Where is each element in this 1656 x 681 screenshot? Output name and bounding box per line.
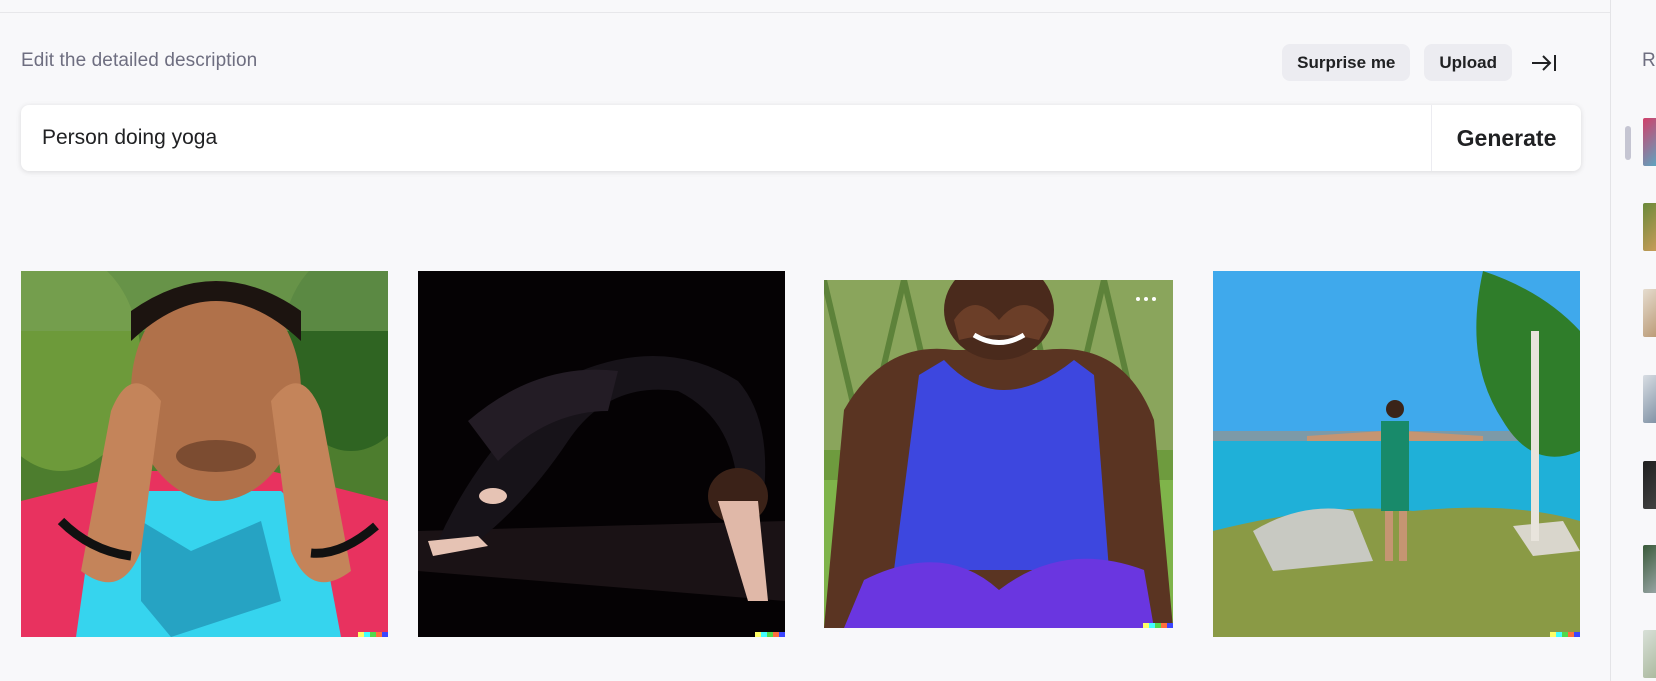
result-image-1[interactable] bbox=[21, 271, 388, 637]
result-image-2-picture bbox=[418, 271, 785, 637]
signature-mark bbox=[1143, 623, 1173, 628]
surprise-me-button[interactable]: Surprise me bbox=[1282, 44, 1411, 81]
collapse-sidebar-button[interactable] bbox=[1526, 45, 1562, 81]
sidebar-scrollbar[interactable] bbox=[1625, 126, 1631, 160]
description-hint: Edit the detailed description bbox=[21, 50, 258, 71]
header-actions: Surprise me Upload bbox=[1282, 44, 1562, 81]
recent-thumbnail[interactable] bbox=[1643, 461, 1656, 509]
signature-mark bbox=[755, 632, 785, 637]
result-image-4-picture bbox=[1213, 271, 1580, 637]
signature-mark bbox=[358, 632, 388, 637]
recent-thumbnail[interactable] bbox=[1643, 630, 1656, 678]
generate-button[interactable]: Generate bbox=[1431, 105, 1581, 171]
recent-thumbnail[interactable] bbox=[1643, 375, 1656, 423]
result-image-4[interactable] bbox=[1213, 271, 1580, 637]
recent-thumbnail[interactable] bbox=[1643, 203, 1656, 251]
result-image-3-picture bbox=[824, 280, 1173, 628]
prompt-input[interactable] bbox=[21, 105, 1431, 171]
main-panel: Edit the detailed description Surprise m… bbox=[0, 0, 1610, 681]
recent-thumbnail[interactable] bbox=[1643, 118, 1656, 166]
recent-thumbnail[interactable] bbox=[1643, 289, 1656, 337]
prompt-bar: Generate bbox=[21, 105, 1581, 171]
recent-thumbnail[interactable] bbox=[1643, 545, 1656, 593]
result-image-2[interactable] bbox=[418, 271, 785, 637]
result-image-1-picture bbox=[21, 271, 388, 637]
result-image-3[interactable] bbox=[824, 280, 1173, 628]
more-horizontal-icon[interactable] bbox=[1133, 294, 1159, 304]
arrow-right-to-bar-icon bbox=[1532, 54, 1556, 71]
signature-mark bbox=[1550, 632, 1580, 637]
sidebar-title: R bbox=[1642, 50, 1656, 71]
upload-button[interactable]: Upload bbox=[1424, 44, 1512, 81]
recent-sidebar: R bbox=[1610, 0, 1656, 681]
